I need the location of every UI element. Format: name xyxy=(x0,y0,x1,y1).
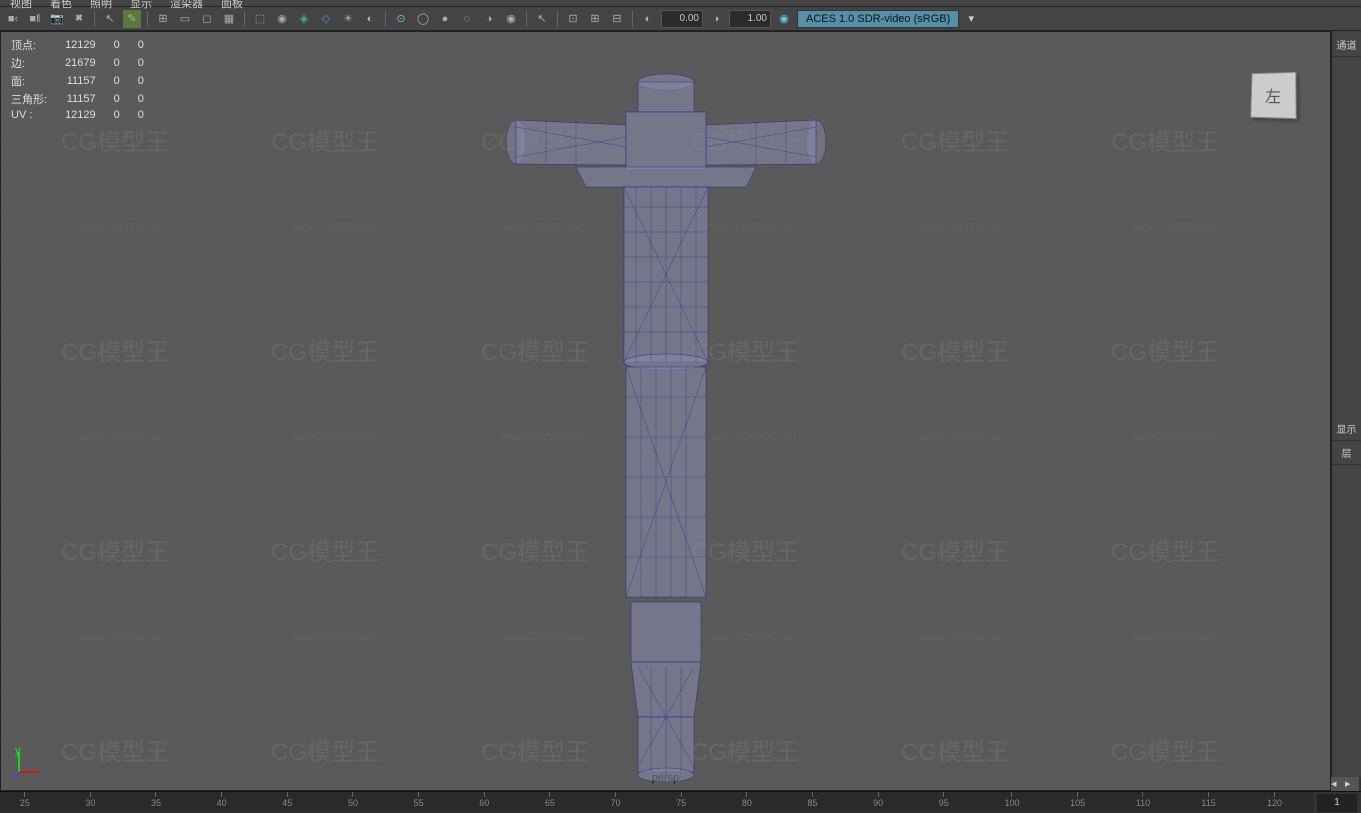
timeline-tick: 115 xyxy=(1201,792,1215,813)
scroll-right-icon[interactable]: ▸ xyxy=(1345,777,1359,791)
2d-pan-icon[interactable]: ↖ xyxy=(101,10,119,28)
timeline-tick: 50 xyxy=(348,792,358,813)
separator xyxy=(147,11,148,27)
timeline-tick: 100 xyxy=(1004,792,1019,813)
watermark-url: www.CGMXW.com xyxy=(1131,432,1215,443)
depth-field-icon[interactable]: ◑ xyxy=(480,10,498,28)
gamma-icon[interactable]: ◑ xyxy=(707,10,725,28)
smooth-shade-icon[interactable]: ◉ xyxy=(273,10,291,28)
xray-icon[interactable]: ◯ xyxy=(414,10,432,28)
isolate-select-icon[interactable]: ⊙ xyxy=(392,10,410,28)
grid-icon[interactable]: ⊞ xyxy=(154,10,172,28)
tab-display[interactable]: 显示 xyxy=(1332,417,1361,441)
separator xyxy=(526,11,527,27)
toolbar: ■‹ ■‖ 📷 🞮 ↖ ✎ ⊞ ▭ ◻ ▦ ⬚ ◉ ◈ ◇ ☀ ◐ ⊙ ◯ ● … xyxy=(0,7,1361,31)
right-panel: 通道 显示 层 xyxy=(1331,31,1361,791)
snap-grid-icon[interactable]: ⊞ xyxy=(586,10,604,28)
motion-blur-icon[interactable]: ◉ xyxy=(502,10,520,28)
camera-bookmark-icon[interactable]: ■‖ xyxy=(26,10,44,28)
shadows-icon[interactable]: ◐ xyxy=(361,10,379,28)
timeline-end-frame[interactable]: 1 xyxy=(1317,794,1357,812)
timeline[interactable]: 25 30 35 40 45 50 55 60 65 70 75 80 85 90 95 100 105 110 1… xyxy=(0,791,1361,813)
timeline-ruler[interactable]: 25 30 35 40 45 50 55 60 65 70 75 80 85 90 95 100 105 110 1… xyxy=(0,792,1313,813)
tab-layer[interactable]: 层 xyxy=(1332,441,1361,465)
timeline-tick: 85 xyxy=(807,792,817,813)
snap-curve-icon[interactable]: ⊟ xyxy=(608,10,626,28)
film-gate-icon[interactable]: ▭ xyxy=(176,10,194,28)
stat-row: 顶点:1212900 xyxy=(11,36,162,54)
timeline-tick: 35 xyxy=(151,792,161,813)
textured-icon[interactable]: ◈ xyxy=(295,10,313,28)
separator xyxy=(94,11,95,27)
timeline-tick: 25 xyxy=(20,792,30,813)
timeline-tick: 40 xyxy=(217,792,227,813)
timeline-tick: 30 xyxy=(85,792,95,813)
viewport[interactable]: CG模型王 CG模型王 CG模型王 CG模型王 CG模型王 CG模型王 www.… xyxy=(0,31,1331,791)
gamma-field[interactable] xyxy=(729,10,771,28)
timeline-tick: 90 xyxy=(873,792,883,813)
timeline-tick: 110 xyxy=(1136,792,1150,813)
timeline-tick: 75 xyxy=(676,792,686,813)
horizontal-scrollbar[interactable]: ◂ ▸ xyxy=(1331,777,1361,791)
tab-channel[interactable]: 通道 xyxy=(1332,33,1361,57)
scroll-left-icon[interactable]: ◂ xyxy=(1331,777,1345,791)
view-cube[interactable]: 左 xyxy=(1250,72,1310,132)
gate-mask-icon[interactable]: ▦ xyxy=(220,10,238,28)
image-plane-icon[interactable]: 🞮 xyxy=(70,10,88,28)
watermark-url: www.CGMXW.com xyxy=(291,632,375,643)
separator xyxy=(244,11,245,27)
colorspace-chevron-icon[interactable]: ▾ xyxy=(963,10,979,28)
watermark-url: www.CGMXW.com xyxy=(1131,222,1215,233)
stat-row: UV :1212900 xyxy=(11,108,162,122)
stat-row: 边:2167900 xyxy=(11,54,162,72)
poly-stats: 顶点:1212900 边:2167900 面:1115700 三角形:11157… xyxy=(11,36,162,122)
svg-text:y: y xyxy=(15,748,21,757)
watermark-url: www.CGMXW.com xyxy=(291,432,375,443)
timeline-tick: 55 xyxy=(414,792,424,813)
select-camera-icon[interactable]: ■‹ xyxy=(4,10,22,28)
watermark-url: www.CGMXW.com xyxy=(81,632,165,643)
separator xyxy=(632,11,633,27)
watermark-url: www.CGMXW.com xyxy=(81,222,165,233)
camera-icon[interactable]: 📷 xyxy=(48,10,66,28)
axis-gizmo[interactable]: y xyxy=(13,748,43,778)
timeline-tick: 65 xyxy=(545,792,555,813)
main-area: CG模型王 CG模型王 CG模型王 CG模型王 CG模型王 CG模型王 www.… xyxy=(0,31,1361,791)
exposure-icon[interactable]: ◐ xyxy=(639,10,657,28)
colorspace-icon[interactable]: ◉ xyxy=(775,10,793,28)
timeline-tick: 70 xyxy=(611,792,621,813)
grease-pencil-icon[interactable]: ✎ xyxy=(123,10,141,28)
timeline-tick: 120 xyxy=(1267,792,1282,813)
separator xyxy=(385,11,386,27)
menubar: 视图 着色 照明 显示 渲染器 面板 xyxy=(0,0,1361,7)
colorspace-dropdown[interactable]: ACES 1.0 SDR-video (sRGB) xyxy=(797,10,959,28)
exposure-field[interactable] xyxy=(661,10,703,28)
watermark-url: www.CGMXW.com xyxy=(291,222,375,233)
watermark-url: www.CGMXW.com xyxy=(81,432,165,443)
timeline-tick: 95 xyxy=(939,792,949,813)
separator xyxy=(557,11,558,27)
wireframe-shaded-icon[interactable]: ◇ xyxy=(317,10,335,28)
xray-comp-icon[interactable]: ◌ xyxy=(458,10,476,28)
timeline-tick: 80 xyxy=(742,792,752,813)
watermark-url: www.CGMXW.com xyxy=(921,432,1005,443)
wireframe-model xyxy=(466,67,866,787)
wireframe-icon[interactable]: ⬚ xyxy=(251,10,269,28)
xray-joints-icon[interactable]: ● xyxy=(436,10,454,28)
watermark-url: www.CGMXW.com xyxy=(1131,632,1215,643)
view-cube-face[interactable]: 左 xyxy=(1250,72,1297,119)
pointer-icon[interactable]: ↖ xyxy=(533,10,551,28)
stat-row: 三角形:1115700 xyxy=(11,90,162,108)
watermark-url: www.CGMXW.com xyxy=(921,632,1005,643)
stat-row: 面:1115700 xyxy=(11,72,162,90)
timeline-tick: 105 xyxy=(1070,792,1085,813)
lights-icon[interactable]: ☀ xyxy=(339,10,357,28)
timeline-tick: 60 xyxy=(479,792,489,813)
timeline-tick: 45 xyxy=(282,792,292,813)
watermark-url: www.CGMXW.com xyxy=(921,222,1005,233)
resolution-gate-icon[interactable]: ◻ xyxy=(198,10,216,28)
snap-icon[interactable]: ⊡ xyxy=(564,10,582,28)
